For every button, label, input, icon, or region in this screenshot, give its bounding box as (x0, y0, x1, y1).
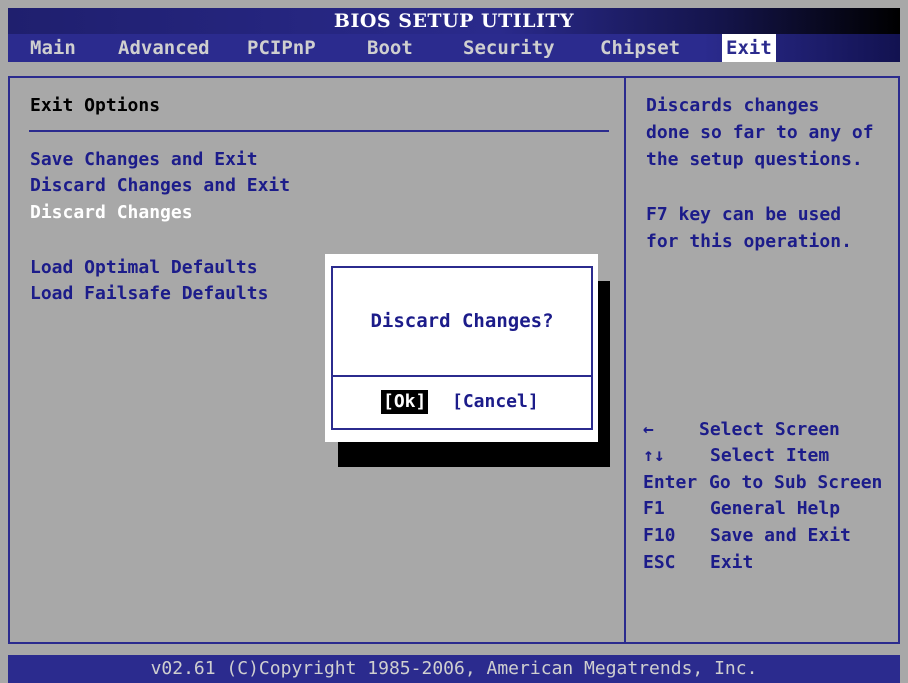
section-divider (29, 130, 609, 132)
help-line-2: done so far to any of (646, 122, 874, 143)
option-discard-changes[interactable]: Discard Changes (30, 200, 193, 226)
title-bar: BIOS SETUP UTILITY (8, 8, 900, 34)
panel-divider (624, 76, 626, 644)
help-line-5: for this operation. (646, 231, 852, 252)
option-discard-changes-exit[interactable]: Discard Changes and Exit (30, 173, 290, 199)
help-line-4: F7 key can be used (646, 204, 842, 225)
dialog-question: Discard Changes? (370, 310, 554, 332)
option-save-changes-exit[interactable]: Save Changes and Exit (30, 147, 258, 173)
help-line-3: the setup questions. (646, 149, 863, 170)
tab-exit[interactable]: Exit (722, 34, 776, 62)
tab-security[interactable]: Security (459, 34, 559, 62)
tab-advanced[interactable]: Advanced (114, 34, 214, 62)
menu-bar: Main Advanced PCIPnP Boot Security Chips… (8, 34, 900, 62)
dialog-separator (331, 375, 593, 377)
cancel-button[interactable]: [Cancel] (452, 390, 539, 414)
tab-boot[interactable]: Boot (363, 34, 417, 62)
section-title: Exit Options (30, 95, 161, 116)
up-down-arrow-icon: ↑↓ (643, 445, 665, 466)
copyright-footer: v02.61 (C)Copyright 1985-2006, American … (8, 655, 900, 683)
ok-button[interactable]: [Ok] (381, 390, 429, 414)
tab-main[interactable]: Main (26, 34, 80, 62)
option-load-failsafe-defaults[interactable]: Load Failsafe Defaults (30, 281, 268, 307)
help-line-1: Discards changes (646, 95, 820, 116)
tab-chipset[interactable]: Chipset (596, 34, 684, 62)
left-arrow-icon: ← (643, 419, 654, 440)
tab-pcipnp[interactable]: PCIPnP (243, 34, 320, 62)
option-load-optimal-defaults[interactable]: Load Optimal Defaults (30, 255, 258, 281)
